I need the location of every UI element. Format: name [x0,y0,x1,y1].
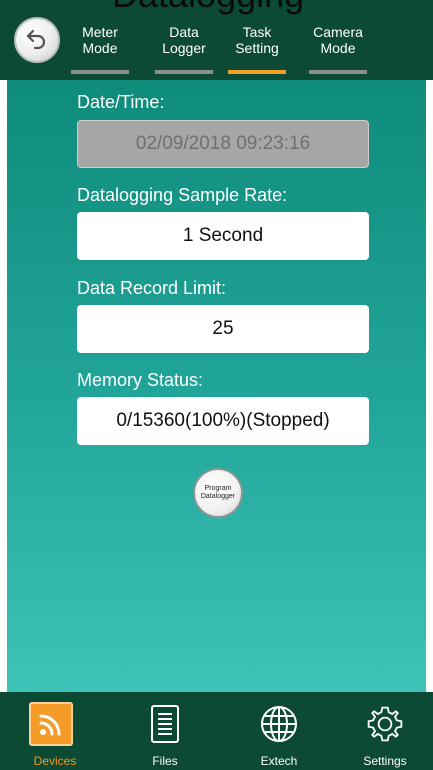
main-content: Date/Time: 02/09/2018 09:23:16 Dataloggi… [7,80,426,692]
gear-icon [365,702,405,746]
nav-devices-label: Devices [33,754,77,768]
tab-task-setting[interactable]: Task Setting [228,24,286,74]
nav-settings[interactable]: Settings [335,692,433,770]
tab-label: Meter Mode [82,24,118,56]
nav-extech-label: Extech [260,754,298,768]
tab-indicator [309,70,367,74]
back-arrow-icon [24,25,50,55]
nav-devices[interactable]: Devices [5,692,105,770]
app-root: Datalogging Meter Mode Data Logger Task … [0,0,433,770]
nav-extech[interactable]: Extech [229,692,329,770]
memory-status-label: Memory Status: [77,370,204,390]
tab-meter-mode[interactable]: Meter Mode [71,24,129,74]
file-icon [145,702,185,746]
date-time-label: Date/Time: [77,92,165,112]
rss-icon [29,702,73,746]
record-limit-field[interactable]: 25 [77,305,369,353]
program-datalogger-label: Program Datalogger [200,485,236,500]
back-button[interactable] [14,17,60,63]
top-header: Datalogging Meter Mode Data Logger Task … [0,0,433,80]
bottom-navigation: Devices Files Extech Settings [0,692,433,770]
program-datalogger-button[interactable]: Program Datalogger [193,468,243,518]
tab-label: Data Logger [162,24,206,56]
mode-tabs: Meter Mode Data Logger Task Setting Came… [71,24,371,74]
tab-data-logger[interactable]: Data Logger [155,24,213,74]
tab-indicator [71,70,129,74]
tab-label: Camera Mode [313,24,363,56]
nav-files-label: Files [152,754,178,768]
tab-indicator-active [228,70,286,74]
nav-settings-label: Settings [363,754,407,768]
nav-files[interactable]: Files [115,692,215,770]
page-title-partial: Datalogging [112,0,304,16]
date-time-field: 02/09/2018 09:23:16 [77,120,369,168]
tab-indicator [155,70,213,74]
tab-camera-mode[interactable]: Camera Mode [309,24,367,74]
tab-label: Task Setting [235,24,279,56]
record-limit-label: Data Record Limit: [77,278,227,298]
sample-rate-field[interactable]: 1 Second [77,212,369,260]
globe-icon [259,702,299,746]
memory-status-field: 0/15360(100%)(Stopped) [77,397,369,445]
sample-rate-label: Datalogging Sample Rate: [77,185,288,205]
